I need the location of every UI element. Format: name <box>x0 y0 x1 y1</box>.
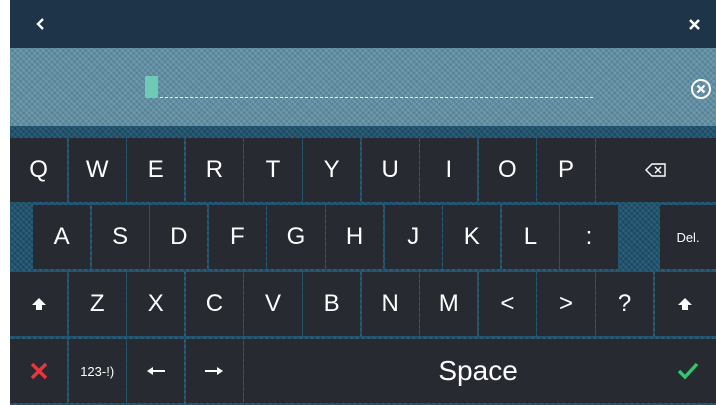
key-j[interactable]: J <box>384 205 442 269</box>
key-x[interactable]: X <box>127 272 185 336</box>
cancel-key[interactable] <box>10 339 68 403</box>
shift-key-left[interactable] <box>10 272 68 336</box>
shift-icon <box>31 296 47 312</box>
arrow-left-icon <box>146 365 166 377</box>
title-bar <box>10 0 716 48</box>
key-b[interactable]: B <box>303 272 361 336</box>
cursor-right-key[interactable] <box>185 339 243 403</box>
key-c[interactable]: C <box>185 272 243 336</box>
backspace-key[interactable] <box>596 138 716 202</box>
key-h[interactable]: H <box>326 205 384 269</box>
key-label: D <box>170 223 188 250</box>
key-label: Z <box>89 290 105 317</box>
close-icon <box>688 18 700 30</box>
key-label: R <box>205 156 224 183</box>
key-r[interactable]: R <box>185 138 243 202</box>
key-q[interactable]: Q <box>10 138 68 202</box>
key-label: Q <box>29 156 48 183</box>
space-key[interactable]: Space <box>244 339 712 403</box>
key-label: Space <box>438 355 518 386</box>
confirm-key[interactable] <box>660 339 716 403</box>
key-label: O <box>498 156 517 183</box>
key-label: P <box>557 156 574 183</box>
key-label: < <box>500 290 515 317</box>
key-greater-than[interactable]: > <box>537 272 595 336</box>
key-a[interactable]: A <box>33 205 91 269</box>
backspace-icon <box>645 163 667 177</box>
key-label: : <box>585 223 593 250</box>
key-label: > <box>558 290 573 317</box>
text-entry-bar <box>10 48 716 126</box>
delete-key[interactable]: Del. <box>660 205 716 269</box>
key-l[interactable]: L <box>501 205 559 269</box>
key-label: L <box>523 223 538 250</box>
key-label: W <box>85 156 109 183</box>
key-n[interactable]: N <box>361 272 419 336</box>
key-y[interactable]: Y <box>303 138 361 202</box>
key-label: N <box>381 290 399 317</box>
key-label: ? <box>617 290 632 317</box>
cancel-x-icon <box>30 362 48 380</box>
shift-icon <box>677 296 693 312</box>
chevron-left-icon <box>36 18 44 30</box>
key-d[interactable]: D <box>150 205 208 269</box>
key-colon[interactable]: : <box>560 205 618 269</box>
key-label: I <box>445 156 453 183</box>
key-label: B <box>323 290 340 317</box>
shift-key-right[interactable] <box>654 272 716 336</box>
cursor-left-key[interactable] <box>127 339 185 403</box>
key-m[interactable]: M <box>420 272 478 336</box>
checkmark-icon <box>677 362 699 380</box>
key-v[interactable]: V <box>244 272 302 336</box>
key-label: K <box>463 223 480 250</box>
numbers-key[interactable]: 123-!) <box>68 339 126 403</box>
key-e[interactable]: E <box>127 138 185 202</box>
key-z[interactable]: Z <box>68 272 126 336</box>
key-s[interactable]: S <box>91 205 149 269</box>
key-g[interactable]: G <box>267 205 325 269</box>
key-label: G <box>286 223 306 250</box>
key-label: V <box>264 290 281 317</box>
key-label: A <box>53 223 70 250</box>
clear-circle-icon <box>691 79 711 99</box>
close-button[interactable] <box>672 0 716 48</box>
key-question-mark[interactable]: ? <box>596 272 654 336</box>
key-w[interactable]: W <box>68 138 126 202</box>
key-label: S <box>112 223 129 250</box>
key-label: Y <box>323 156 340 183</box>
key-u[interactable]: U <box>361 138 419 202</box>
key-t[interactable]: T <box>244 138 302 202</box>
key-label: U <box>381 156 399 183</box>
arrow-right-icon <box>204 365 224 377</box>
text-cursor <box>145 76 158 98</box>
clear-input-button[interactable] <box>690 78 712 100</box>
key-less-than[interactable]: < <box>478 272 536 336</box>
key-label: C <box>205 290 224 317</box>
key-label: 123-!) <box>80 363 115 379</box>
key-label: H <box>345 223 364 250</box>
keyboard-screen: Q W E R T Y U I O P A S D F G H J K L: Del. Z X C V B N M < >? 123-!)… <box>10 0 716 405</box>
key-label: T <box>265 156 281 183</box>
key-label: E <box>147 156 164 183</box>
key-label: M <box>438 290 459 317</box>
key-label: X <box>147 290 164 317</box>
input-underline <box>160 97 593 98</box>
key-label: F <box>230 223 245 250</box>
key-f[interactable]: F <box>208 205 266 269</box>
key-i[interactable]: I <box>420 138 478 202</box>
key-label: Del. <box>676 229 700 245</box>
key-p[interactable]: P <box>537 138 595 202</box>
key-o[interactable]: O <box>478 138 536 202</box>
key-k[interactable]: K <box>443 205 501 269</box>
back-button[interactable] <box>18 0 62 48</box>
key-label: J <box>407 223 420 250</box>
